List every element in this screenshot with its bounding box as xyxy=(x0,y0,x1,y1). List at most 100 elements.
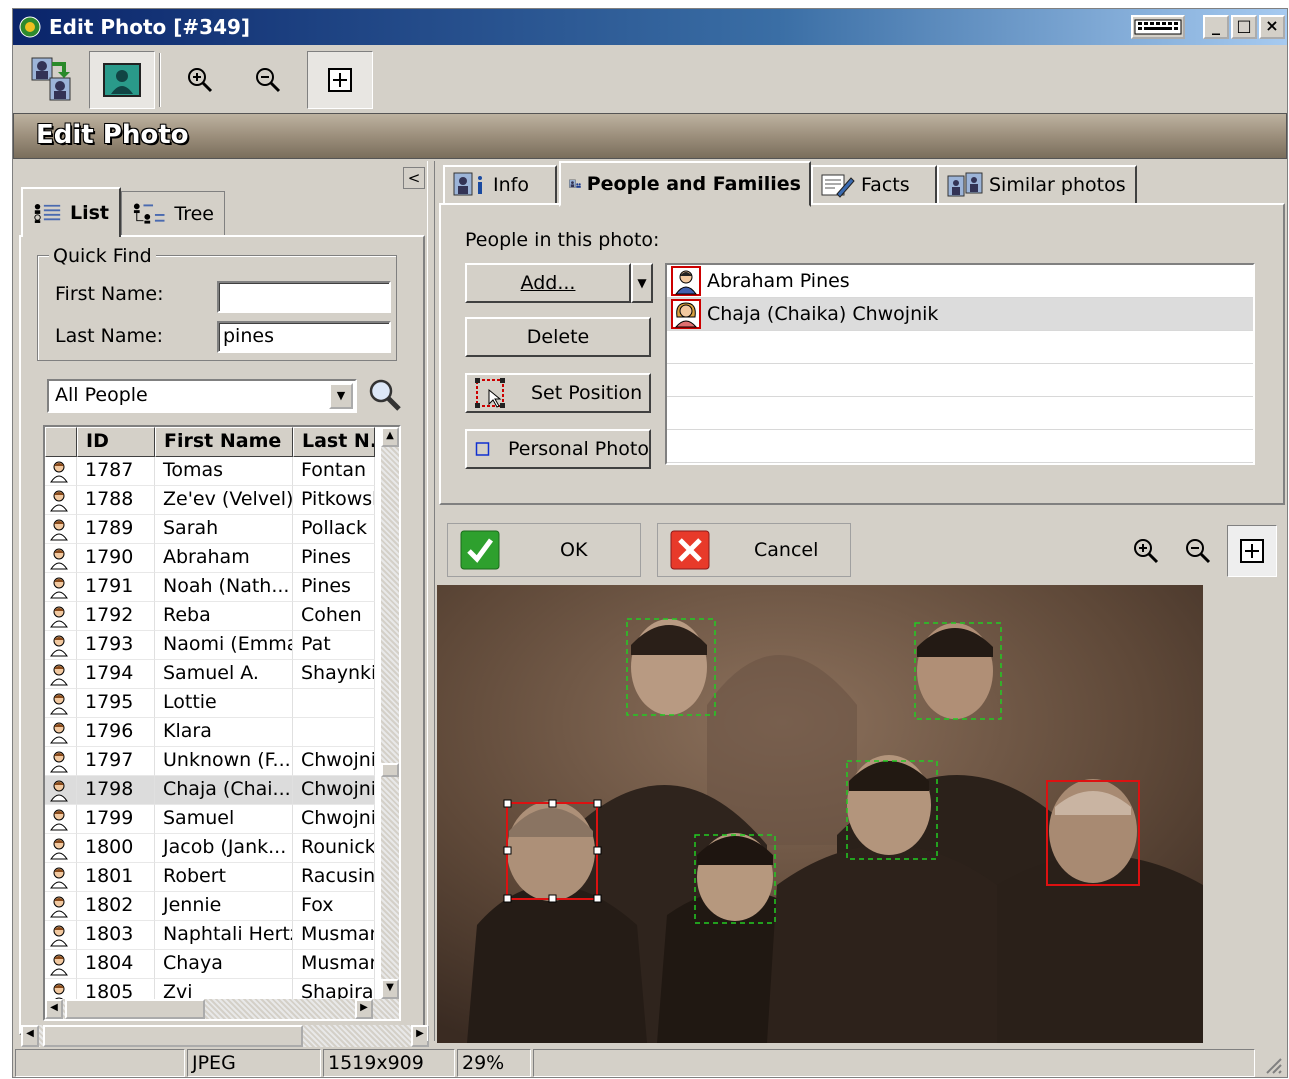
add-person-button[interactable]: Add... xyxy=(465,263,631,303)
people-filter-select[interactable]: All People ▼ xyxy=(47,379,357,413)
list-item[interactable]: Abraham Pines xyxy=(667,265,1253,298)
collapse-pane-button[interactable]: < xyxy=(403,167,425,189)
table-row[interactable]: 1788 Ze'ev (Velvel) Pitkowsk xyxy=(45,486,375,515)
personal-photo-icon xyxy=(475,442,490,456)
zoom-in-button[interactable] xyxy=(167,51,233,109)
table-row[interactable]: 1802 Jennie Fox xyxy=(45,892,375,921)
table-row[interactable]: 1799SamuelChwojnik xyxy=(45,805,375,834)
person-icon xyxy=(45,573,77,602)
table-row[interactable]: 1797Unknown (F...Chwojnik xyxy=(45,747,375,776)
people-in-photo-label: People in this photo: xyxy=(465,229,660,251)
set-position-button[interactable]: Set Position xyxy=(465,373,651,413)
col-header-last-name[interactable]: Last N... xyxy=(293,427,375,457)
tab-tree[interactable]: Tree xyxy=(121,191,225,235)
tab-people-and-families[interactable]: People and Families xyxy=(559,161,811,207)
table-row[interactable]: 1787 Tomas Fontan xyxy=(45,457,375,486)
app-icon xyxy=(19,16,41,38)
tab-list[interactable]: List xyxy=(21,187,121,237)
pane-horizontal-scrollbar[interactable]: ◀ ▶ xyxy=(21,1025,429,1047)
table-row[interactable]: 1794Samuel A.Shaynkin xyxy=(45,660,375,689)
col-header-first-name[interactable]: First Name xyxy=(155,427,293,457)
cell-last-name: Chwojnik xyxy=(293,747,375,776)
cell-last-name: Pitkowsk xyxy=(293,486,375,515)
table-row[interactable]: 1793 Naomi (Emma) Pat xyxy=(45,631,375,660)
tab-info[interactable]: Info xyxy=(443,165,557,205)
first-name-field[interactable] xyxy=(217,281,391,313)
cell-first-name: Noah (Nath... xyxy=(155,573,293,602)
scroll-down-icon[interactable]: ▼ xyxy=(381,979,399,999)
cell-id: 1788 xyxy=(77,486,155,515)
cell-first-name: Robert xyxy=(155,863,293,892)
last-name-field[interactable]: pines xyxy=(217,321,391,353)
person-icon xyxy=(45,776,77,805)
maximize-button[interactable]: □ xyxy=(1231,15,1257,39)
grid-horizontal-scrollbar[interactable]: ◀ ▶ xyxy=(45,999,399,1019)
dropdown-arrow-icon[interactable]: ▼ xyxy=(329,383,353,409)
cell-first-name: Lottie xyxy=(155,689,293,718)
ok-button[interactable]: OK xyxy=(447,523,641,577)
list-icon xyxy=(34,203,61,223)
table-row[interactable]: 1800 Jacob (Jank... Rounick xyxy=(45,834,375,863)
table-row[interactable]: 1804 Chaya Musman xyxy=(45,950,375,979)
table-row[interactable]: 1791 Noah (Nath... Pines xyxy=(45,573,375,602)
zoom-out-button[interactable] xyxy=(235,51,301,109)
cell-id: 1797 xyxy=(77,747,155,776)
photo-zoom-out-button[interactable] xyxy=(1173,525,1223,577)
cell-first-name: Sarah xyxy=(155,515,293,544)
list-item[interactable]: Chaja (Chaika) Chwojnik xyxy=(667,298,1253,331)
table-row[interactable]: 1792 Reba Cohen xyxy=(45,602,375,631)
table-row[interactable]: 1796 Klara xyxy=(45,718,375,747)
photo-canvas[interactable] xyxy=(437,585,1203,1043)
personal-photo-button[interactable]: Personal Photo xyxy=(465,429,651,469)
resize-grip-icon[interactable] xyxy=(1263,1055,1283,1075)
male-person-icon xyxy=(671,266,701,296)
first-name-label: First Name: xyxy=(55,283,164,305)
scroll-left-icon[interactable]: ◀ xyxy=(45,999,63,1019)
table-row[interactable]: 1795 Lottie xyxy=(45,689,375,718)
delete-person-button[interactable]: Delete xyxy=(465,317,651,357)
zoom-out-icon xyxy=(1186,539,1211,564)
cell-id: 1793 xyxy=(77,631,155,660)
scroll-thumb[interactable] xyxy=(381,763,399,777)
cell-last-name: Pines xyxy=(293,573,375,602)
cell-last-name: Cohen xyxy=(293,602,375,631)
edit-photo-mode-button[interactable] xyxy=(89,51,155,109)
fit-to-window-button[interactable] xyxy=(307,51,373,109)
table-row[interactable]: 1789 Sarah Pollack xyxy=(45,515,375,544)
keyboard-icon[interactable] xyxy=(1131,15,1185,39)
grid-vertical-scrollbar[interactable]: ▲ ▼ xyxy=(381,427,399,1019)
search-button[interactable] xyxy=(367,377,403,413)
table-row[interactable]: 1801 Robert Racusin xyxy=(45,863,375,892)
people-grid[interactable]: ID First Name Last N... 1787TomasFontan1… xyxy=(43,425,401,1021)
cancel-button-label: Cancel xyxy=(754,539,819,561)
pane-scroll-left-icon[interactable]: ◀ xyxy=(21,1025,39,1047)
add-dropdown-button[interactable]: ▼ xyxy=(631,263,653,303)
close-button[interactable]: × xyxy=(1259,15,1285,39)
col-header-icon[interactable] xyxy=(45,427,77,457)
link-persons-button[interactable] xyxy=(19,51,85,109)
cell-id: 1800 xyxy=(77,834,155,863)
tab-similar-photos[interactable]: Similar photos xyxy=(937,165,1137,205)
status-bar: JPEG 1519x909 29% xyxy=(13,1049,1287,1079)
tab-facts[interactable]: Facts xyxy=(811,165,937,205)
pane-splitter[interactable] xyxy=(427,161,435,1041)
scroll-right-icon[interactable]: ▶ xyxy=(355,999,373,1019)
table-row[interactable]: 1790 Abraham Pines xyxy=(45,544,375,573)
col-header-id[interactable]: ID xyxy=(77,427,155,457)
add-dropdown-arrow-icon: ▼ xyxy=(637,276,647,290)
hscroll-thumb[interactable] xyxy=(65,999,205,1019)
cancel-button[interactable]: Cancel xyxy=(657,523,851,577)
table-row[interactable]: 1798Chaja (Chai...Chwojnik xyxy=(45,776,375,805)
people-icon xyxy=(569,179,581,188)
search-icon xyxy=(369,379,401,411)
pane-hscroll-thumb[interactable] xyxy=(43,1025,303,1047)
scroll-up-icon[interactable]: ▲ xyxy=(381,427,399,447)
title-bar[interactable]: Edit Photo [#349] _ □ × xyxy=(13,9,1287,45)
minimize-button[interactable]: _ xyxy=(1203,15,1229,39)
photo-zoom-in-button[interactable] xyxy=(1121,525,1171,577)
cell-id: 1790 xyxy=(77,544,155,573)
cell-last-name: Musman xyxy=(293,921,375,950)
photo-fit-button[interactable] xyxy=(1227,525,1277,577)
people-in-photo-list[interactable]: Abraham Pines Chaja (Chaika) Chwojnik xyxy=(665,263,1255,465)
table-row[interactable]: 1803 Naphtali Hertz Musman xyxy=(45,921,375,950)
